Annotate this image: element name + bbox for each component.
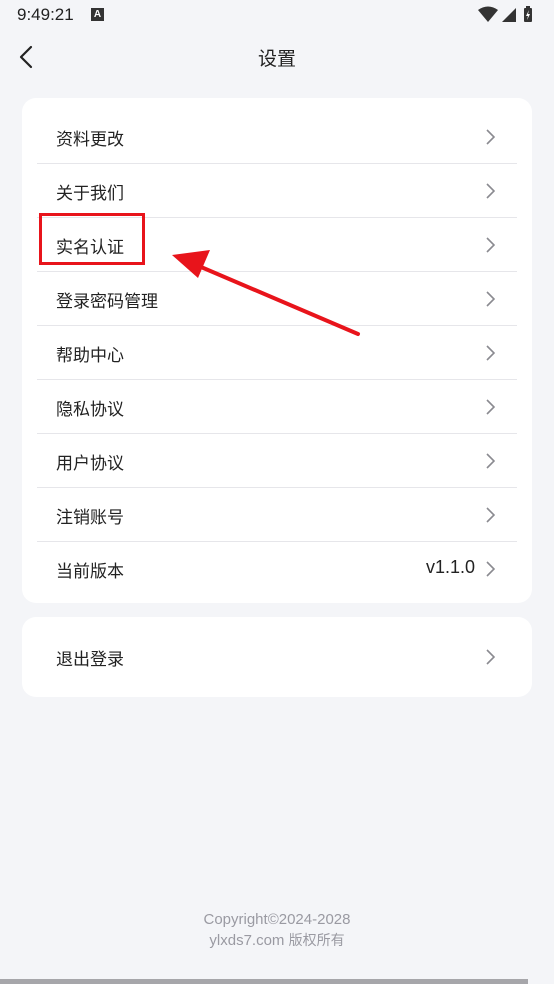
wifi-icon bbox=[478, 6, 498, 22]
settings-card: 资料更改 关于我们 实名认证 登录密码管理 帮助中心 隐私协议 用户协议 注销账… bbox=[22, 98, 532, 603]
version-value: v1.1.0 bbox=[425, 557, 475, 577]
home-indicator bbox=[0, 979, 528, 984]
settings-item-label: 用户协议 bbox=[56, 454, 124, 474]
settings-item-delete-account[interactable]: 注销账号 bbox=[37, 488, 517, 542]
settings-item-label: 资料更改 bbox=[56, 130, 124, 150]
settings-item-label: 当前版本 bbox=[56, 562, 124, 582]
logout-button[interactable]: 退出登录 bbox=[37, 630, 517, 683]
settings-item-label: 登录密码管理 bbox=[56, 292, 158, 312]
status-time: 9:49:21 bbox=[17, 5, 74, 24]
copyright-footer: Copyright©2024-2028 ylxds7.com 版权所有 bbox=[0, 909, 554, 952]
settings-item-label: 实名认证 bbox=[56, 238, 124, 258]
notification-a-icon: A bbox=[91, 8, 104, 21]
chevron-right-icon bbox=[486, 291, 495, 307]
settings-item-privacy-policy[interactable]: 隐私协议 bbox=[37, 380, 517, 434]
settings-item-help-center[interactable]: 帮助中心 bbox=[37, 326, 517, 380]
signal-icon bbox=[502, 8, 516, 22]
status-bar: 9:49:21 A bbox=[0, 0, 554, 30]
settings-item-profile-edit[interactable]: 资料更改 bbox=[37, 110, 517, 164]
chevron-right-icon bbox=[486, 649, 495, 665]
chevron-right-icon bbox=[486, 345, 495, 361]
copyright-line: Copyright©2024-2028 bbox=[203, 911, 351, 928]
settings-item-real-name-verification[interactable]: 实名认证 bbox=[37, 218, 517, 272]
chevron-right-icon bbox=[486, 183, 495, 199]
chevron-right-icon bbox=[486, 507, 495, 523]
logout-label: 退出登录 bbox=[56, 650, 124, 670]
settings-item-current-version[interactable]: 当前版本 v1.1.0 bbox=[37, 542, 517, 595]
copyright-rights: 版权所有 bbox=[288, 933, 345, 949]
settings-item-label: 关于我们 bbox=[56, 184, 124, 204]
chevron-right-icon bbox=[486, 399, 495, 415]
settings-item-user-agreement[interactable]: 用户协议 bbox=[37, 434, 517, 488]
settings-item-label: 注销账号 bbox=[56, 508, 124, 528]
chevron-right-icon bbox=[486, 237, 495, 253]
logout-card: 退出登录 bbox=[22, 617, 532, 697]
status-icons bbox=[478, 6, 532, 22]
nav-bar: 设置 bbox=[0, 30, 554, 84]
copyright-domain: ylxds7.com bbox=[209, 932, 285, 949]
chevron-right-icon bbox=[486, 453, 495, 469]
battery-charging-icon bbox=[524, 6, 532, 22]
page-title: 设置 bbox=[257, 48, 296, 70]
settings-item-label: 隐私协议 bbox=[56, 400, 124, 420]
copyright-owner-line: ylxds7.com 版权所有 bbox=[0, 930, 554, 952]
settings-item-about-us[interactable]: 关于我们 bbox=[37, 164, 517, 218]
chevron-right-icon bbox=[486, 561, 495, 577]
settings-item-label: 帮助中心 bbox=[56, 346, 124, 366]
chevron-right-icon bbox=[486, 129, 495, 145]
settings-item-login-password[interactable]: 登录密码管理 bbox=[37, 272, 517, 326]
